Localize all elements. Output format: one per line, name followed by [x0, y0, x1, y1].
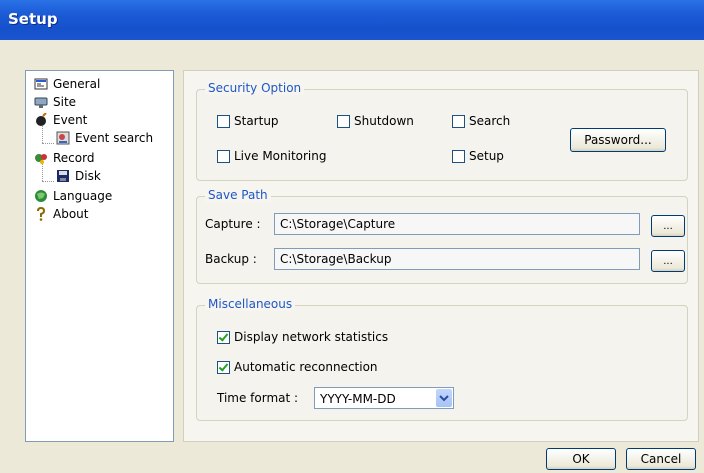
tree-item-event[interactable]: Event [34, 111, 87, 129]
checkbox-label: Startup [234, 114, 279, 128]
capture-label: Capture : [205, 217, 261, 231]
about-icon [34, 206, 48, 221]
time-format-select[interactable]: YYYY-MM-DD [314, 387, 454, 409]
capture-path-field[interactable]: C:\Storage\Capture [274, 213, 640, 235]
settings-panel: Security Option Startup Shutdown Search … [183, 70, 699, 442]
site-icon [34, 95, 48, 109]
checkbox-box[interactable] [217, 330, 230, 344]
disk-icon [56, 169, 70, 183]
miscellaneous-group: Miscellaneous Display network statistics… [196, 297, 688, 421]
save-path-group: Save Path Capture : C:\Storage\Capture .… [196, 188, 688, 284]
checkbox-box[interactable] [337, 114, 350, 128]
tree-item-record[interactable]: Record [34, 149, 94, 167]
tree-item-label: Site [53, 95, 77, 109]
password-button[interactable]: Password... [570, 128, 666, 152]
chevron-down-icon[interactable] [436, 389, 452, 407]
checkbox-label: Display network statistics [234, 330, 389, 344]
event-icon [34, 112, 48, 127]
checkbox-box[interactable] [452, 149, 465, 163]
tree-item-label: Language [53, 189, 113, 203]
checkbox-box[interactable] [452, 114, 465, 128]
search-checkbox[interactable]: Search [452, 114, 510, 128]
tree-item-language[interactable]: Language [34, 187, 112, 205]
tree-item-about[interactable]: About [34, 205, 88, 223]
backup-path-field[interactable]: C:\Storage\Backup [274, 248, 640, 270]
tree-item-label: About [53, 207, 89, 221]
tree-item-label: Event [53, 113, 88, 127]
tree-item-label: Record [53, 151, 95, 165]
language-icon [34, 189, 48, 203]
tree-item-label: Disk [75, 169, 101, 183]
checkbox-label: Shutdown [354, 114, 414, 128]
auto-reconnect-checkbox[interactable]: Automatic reconnection [217, 360, 378, 374]
setup-checkbox[interactable]: Setup [452, 149, 504, 163]
tree-item-label: Event search [75, 131, 154, 145]
group-title: Security Option [205, 81, 305, 95]
record-icon [34, 151, 48, 165]
capture-browse-button[interactable]: ... [651, 215, 685, 237]
tree-item-site[interactable]: Site [34, 93, 76, 111]
window-title: Setup [8, 10, 58, 28]
tree-item-event-search[interactable]: Event search [56, 129, 153, 147]
checkbox-label: Search [469, 114, 511, 128]
backup-label: Backup : [205, 252, 257, 266]
event-search-icon [56, 131, 70, 145]
checkbox-label: Automatic reconnection [234, 360, 378, 374]
checkbox-box[interactable] [217, 360, 230, 374]
ok-button[interactable]: OK [546, 448, 616, 470]
shutdown-checkbox[interactable]: Shutdown [337, 114, 414, 128]
cancel-button[interactable]: Cancel [626, 448, 696, 470]
general-icon [34, 77, 48, 91]
group-title: Save Path [205, 188, 271, 202]
tree-item-label: General [53, 77, 101, 91]
live-monitoring-checkbox[interactable]: Live Monitoring [217, 149, 327, 163]
tree-item-general[interactable]: General [34, 75, 100, 93]
time-format-label: Time format : [217, 391, 299, 405]
backup-browse-button[interactable]: ... [651, 250, 685, 272]
security-option-group: Security Option Startup Shutdown Search … [196, 81, 688, 181]
settings-tree[interactable]: General Site Event Event search Record D… [25, 70, 174, 442]
network-stats-checkbox[interactable]: Display network statistics [217, 330, 388, 344]
title-bar: Setup [0, 0, 704, 40]
checkbox-label: Setup [469, 149, 504, 163]
time-format-value: YYYY-MM-DD [320, 392, 396, 406]
checkbox-label: Live Monitoring [234, 149, 327, 163]
tree-item-disk[interactable]: Disk [56, 167, 101, 185]
checkbox-box[interactable] [217, 149, 230, 163]
checkbox-box[interactable] [217, 114, 230, 128]
group-title: Miscellaneous [205, 297, 296, 311]
startup-checkbox[interactable]: Startup [217, 114, 279, 128]
